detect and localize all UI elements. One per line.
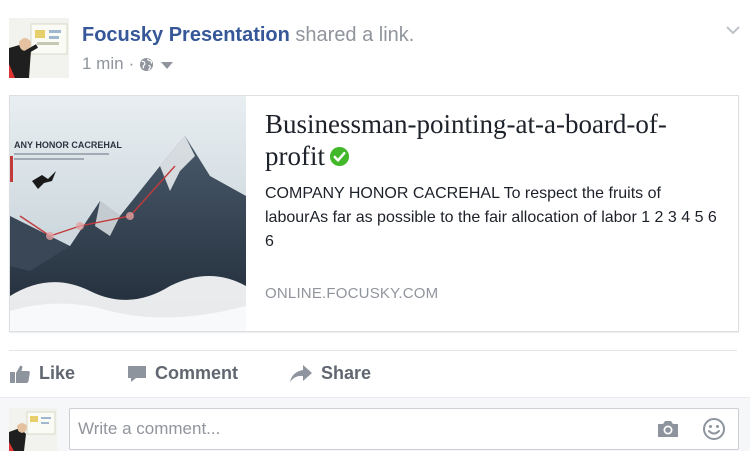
thumbs-up-icon bbox=[10, 365, 30, 383]
post-header-line: Focusky Presentation shared a link. bbox=[82, 24, 414, 47]
link-preview-image[interactable]: ANY HONOR CACREHAL bbox=[10, 96, 246, 331]
share-button[interactable]: Share bbox=[289, 351, 371, 396]
commenter-avatar[interactable] bbox=[9, 408, 57, 451]
smiley-icon[interactable] bbox=[702, 417, 726, 441]
like-button[interactable]: Like bbox=[9, 351, 75, 396]
comment-button[interactable]: Comment bbox=[127, 351, 238, 396]
comment-label: Comment bbox=[155, 363, 239, 383]
post-timestamp[interactable]: 1 min bbox=[82, 54, 124, 74]
comment-composer bbox=[0, 397, 750, 451]
link-preview-card[interactable]: ANY HONOR CACREHAL Businessman-pointing-… bbox=[9, 95, 739, 332]
meta-separator: · bbox=[128, 54, 135, 73]
globe-icon[interactable] bbox=[139, 57, 154, 72]
comment-input-box bbox=[69, 408, 739, 450]
image-caption: ANY HONOR CACREHAL bbox=[14, 140, 122, 150]
author-avatar[interactable] bbox=[9, 18, 69, 78]
post-action-text: shared a link. bbox=[295, 24, 415, 46]
comment-input[interactable] bbox=[78, 416, 638, 442]
like-label: Like bbox=[39, 363, 76, 383]
share-arrow-icon bbox=[290, 364, 312, 382]
share-label: Share bbox=[321, 363, 372, 383]
link-title-text[interactable]: Businessman-pointing-at-a-board-of-profi… bbox=[265, 109, 667, 171]
privacy-dropdown-icon[interactable] bbox=[161, 61, 174, 69]
link-description: COMPANY HONOR CACREHAL To respect the fr… bbox=[265, 185, 717, 250]
link-domain: ONLINE.FOCUSKY.COM bbox=[265, 285, 439, 302]
check-circle-icon bbox=[329, 142, 350, 167]
speech-bubble-icon bbox=[128, 365, 146, 382]
link-title[interactable]: Businessman-pointing-at-a-board-of-profi… bbox=[265, 108, 720, 172]
post-meta: 1 min · bbox=[82, 54, 174, 74]
post-action-bar: Like Comment Share bbox=[9, 351, 737, 396]
author-name-link[interactable]: Focusky Presentation bbox=[82, 24, 290, 46]
feed-post: Focusky Presentation shared a link. 1 mi… bbox=[0, 0, 750, 451]
link-preview-text: Businessman-pointing-at-a-board-of-profi… bbox=[265, 108, 720, 254]
chevron-down-icon[interactable] bbox=[725, 22, 741, 38]
camera-icon[interactable] bbox=[656, 419, 680, 439]
